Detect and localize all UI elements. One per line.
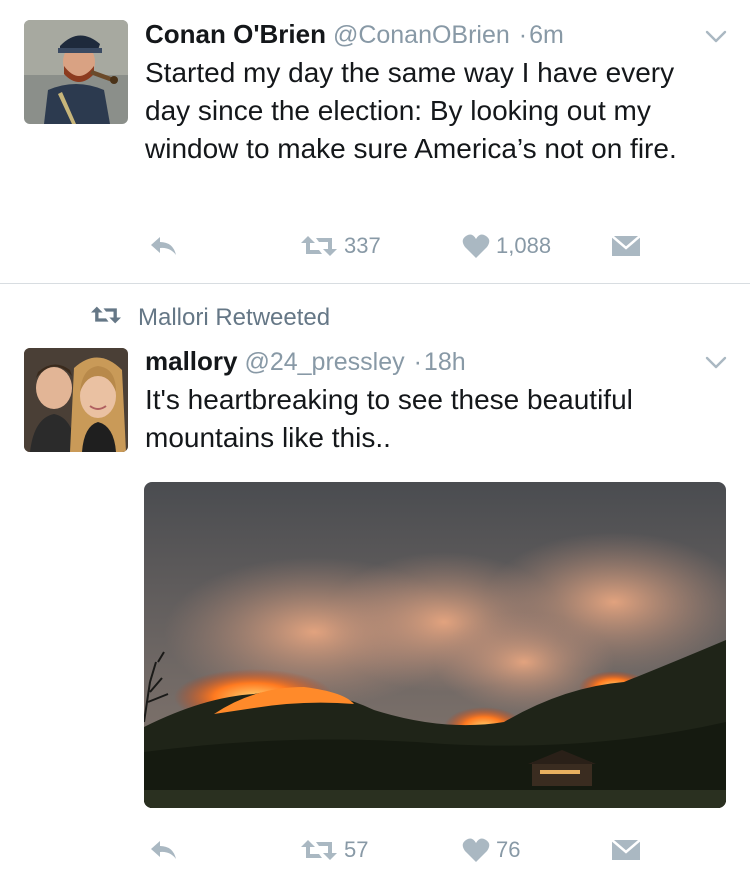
tweet-actions: 57 76 <box>0 830 750 870</box>
retweet-button[interactable]: 337 <box>300 226 381 266</box>
like-button[interactable]: 1,088 <box>462 226 551 266</box>
display-name[interactable]: mallory <box>145 346 238 376</box>
tweet[interactable]: Conan O'Brien @ConanOBrien ·6m Started m… <box>0 0 750 283</box>
reply-icon <box>148 234 178 258</box>
like-button[interactable]: 76 <box>462 830 520 870</box>
retweet-icon <box>300 838 338 862</box>
tweet[interactable]: Mallori Retweeted mallory @24_pressley ·… <box>0 284 750 883</box>
like-count: 1,088 <box>496 233 552 258</box>
tweet-text: It's heartbreaking to see these beautifu… <box>145 384 633 453</box>
tweet-header: Conan O'Brien @ConanOBrien ·6m <box>145 19 564 50</box>
direct-message-icon <box>611 234 641 258</box>
timestamp[interactable]: 6m <box>529 21 564 49</box>
avatar[interactable] <box>24 348 128 452</box>
like-count: 76 <box>496 837 521 862</box>
retweet-button[interactable]: 57 <box>300 830 368 870</box>
direct-message-icon <box>611 838 641 862</box>
user-handle[interactable]: @ConanOBrien <box>333 21 510 49</box>
heart-icon <box>462 837 490 863</box>
chevron-down-icon[interactable] <box>704 24 728 48</box>
display-name[interactable]: Conan O'Brien <box>145 19 326 49</box>
reply-icon <box>148 838 178 862</box>
chevron-down-icon[interactable] <box>704 350 728 374</box>
retweet-context[interactable]: Mallori Retweeted <box>90 304 330 332</box>
tweet-actions: 337 1,088 <box>0 226 750 266</box>
tweet-text: Started my day the same way I have every… <box>145 57 677 164</box>
tweet-header: mallory @24_pressley ·18h <box>145 346 466 377</box>
user-handle[interactable]: @24_pressley <box>244 348 404 376</box>
retweet-icon <box>90 304 122 332</box>
separator: · <box>518 21 528 49</box>
retweet-icon <box>300 234 338 258</box>
retweet-count: 337 <box>344 233 381 258</box>
avatar[interactable] <box>24 20 128 124</box>
reply-button[interactable] <box>148 830 178 870</box>
tweet-photo[interactable] <box>144 482 726 808</box>
retweet-count: 57 <box>344 837 369 862</box>
separator: · <box>413 348 422 376</box>
heart-icon <box>462 233 490 259</box>
retweeted-by-label: Mallori Retweeted <box>138 304 331 331</box>
direct-message-button[interactable] <box>611 226 641 266</box>
reply-button[interactable] <box>148 226 178 266</box>
timestamp[interactable]: 18h <box>424 348 466 376</box>
direct-message-button[interactable] <box>611 830 641 870</box>
